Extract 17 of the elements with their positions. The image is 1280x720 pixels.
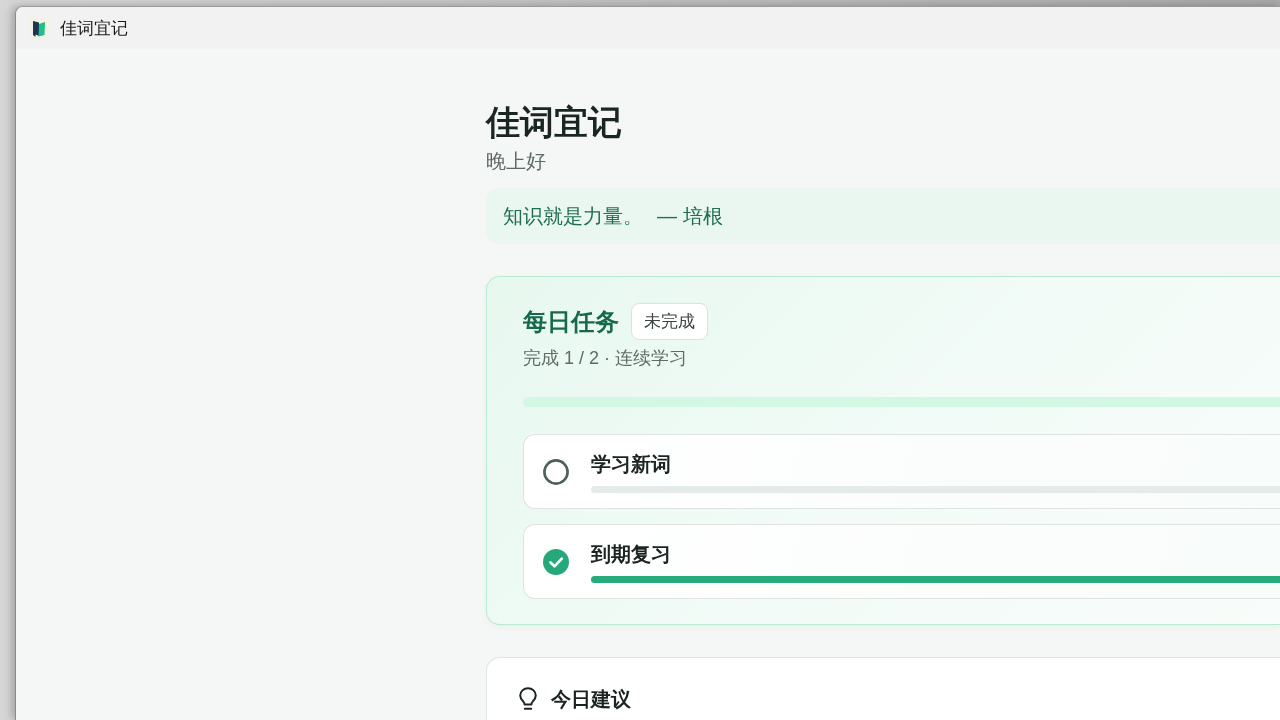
progress-summary: 完成 1 / 2 · 连续学习 [523,347,689,370]
quote-author: — 培根 [657,203,723,229]
task-label: 到期复习 [591,542,672,567]
lightbulb-icon [519,687,537,711]
empty-circle-icon[interactable] [543,458,569,485]
task-row[interactable]: 学习新词 [523,434,1280,509]
greeting-text: 晚上好 [486,149,547,174]
quote-text: 知识就是力量。 [503,203,643,229]
task-row[interactable]: 到期复习 [523,524,1280,599]
card-title: 每日任务 [523,306,619,337]
status-badge: 未完成 [631,303,708,340]
book-logo-icon [29,16,49,40]
app-heading: 佳词宜记 [486,102,623,143]
check-circle-icon[interactable] [543,548,569,575]
suggestion-title: 今日建议 [551,687,631,712]
task-label: 学习新词 [591,452,672,477]
window-title: 佳词宜记 [60,17,128,40]
